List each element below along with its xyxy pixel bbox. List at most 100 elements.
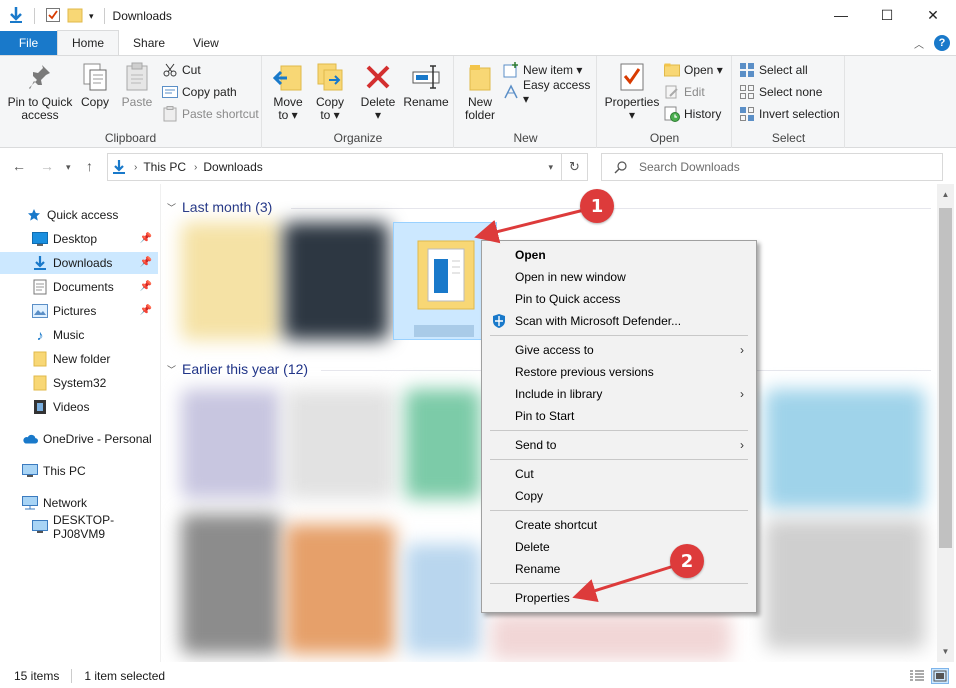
scrollbar-thumb[interactable] — [939, 208, 952, 548]
group-header-last-month[interactable]: ﹀ Last month (3) — [167, 199, 272, 215]
collapse-ribbon-chevron-icon[interactable]: ︿ — [914, 36, 924, 51]
forward-arrow-icon[interactable]: → — [40, 158, 54, 174]
menu-item-restore-versions[interactable]: Restore previous versions — [484, 361, 754, 383]
rename-label: Rename — [403, 95, 449, 109]
menu-item-label: Properties — [515, 591, 570, 605]
group-header-earlier-this-year[interactable]: ﹀ Earlier this year (12) — [167, 361, 308, 377]
blurred-file-thumbnail[interactable] — [283, 222, 389, 340]
menu-item-copy[interactable]: Copy — [484, 485, 754, 507]
cut-button[interactable]: Cut — [162, 60, 201, 80]
back-arrow-icon[interactable]: ← — [12, 158, 26, 174]
easy-access-button[interactable]: Easy access ▾ — [503, 78, 596, 106]
blurred-file-thumbnail[interactable] — [405, 544, 481, 654]
edit-button[interactable]: Edit — [664, 82, 705, 102]
breadcrumb-chevron-icon[interactable]: › — [194, 162, 197, 173]
sidebar-item-network[interactable]: Network — [0, 492, 158, 514]
delete-button[interactable]: Delete ▾ — [359, 60, 397, 122]
new-folder-icon[interactable] — [67, 7, 83, 26]
help-icon[interactable]: ? — [934, 35, 950, 51]
maximize-button[interactable]: ☐ — [864, 0, 910, 30]
scroll-down-arrow-icon[interactable]: ▼ — [937, 643, 954, 660]
open-button[interactable]: Open ▾ — [664, 60, 723, 80]
sidebar-item-desktop-pc[interactable]: DESKTOP-PJ08VM9 — [0, 513, 158, 541]
customize-toolbar-chevron-icon[interactable]: ▾ — [89, 11, 94, 22]
copy-label: Copy — [80, 95, 109, 109]
copy-path-button[interactable]: Copy path — [162, 82, 237, 102]
scroll-up-arrow-icon[interactable]: ▲ — [937, 186, 954, 203]
select-none-button[interactable]: Select none — [739, 82, 822, 102]
copy-to-button[interactable]: Copy to ▾ — [311, 60, 349, 122]
search-icon — [614, 160, 627, 174]
menu-item-create-shortcut[interactable]: Create shortcut — [484, 514, 754, 536]
sidebar-item-new-folder[interactable]: New folder — [0, 348, 158, 370]
properties-check-icon[interactable] — [45, 7, 61, 26]
move-to-button[interactable]: Move to ▾ — [269, 60, 307, 122]
select-all-button[interactable]: Select all — [739, 60, 808, 80]
menu-item-open-new-window[interactable]: Open in new window — [484, 266, 754, 288]
details-view-icon[interactable] — [908, 668, 926, 684]
menu-item-pin-quick-access[interactable]: Pin to Quick access — [484, 288, 754, 310]
blurred-file-thumbnail[interactable] — [285, 524, 395, 654]
pin-to-quick-access-button[interactable]: Pin to Quick access — [6, 60, 74, 122]
paste-button[interactable]: Paste — [118, 60, 156, 109]
search-box[interactable]: Search Downloads — [601, 153, 943, 181]
new-item-button[interactable]: New item ▾ — [503, 60, 582, 80]
blurred-file-thumbnail[interactable] — [181, 514, 281, 654]
tab-file[interactable]: File — [0, 31, 57, 55]
recent-locations-chevron-icon[interactable]: ▾ — [66, 162, 71, 173]
sidebar-item-onedrive[interactable]: OneDrive - Personal — [0, 428, 158, 450]
blurred-file-thumbnail[interactable] — [181, 389, 281, 499]
tab-share[interactable]: Share — [119, 31, 179, 55]
blurred-file-thumbnail[interactable] — [285, 389, 395, 499]
invert-selection-button[interactable]: Invert selection — [739, 104, 840, 124]
tab-view[interactable]: View — [179, 31, 233, 55]
blurred-file-thumbnail[interactable] — [491, 614, 731, 660]
large-icons-view-icon[interactable] — [931, 668, 949, 684]
blurred-file-thumbnail[interactable] — [765, 519, 925, 649]
sidebar-item-quick-access[interactable]: Quick access — [0, 204, 158, 226]
properties-button[interactable]: Properties ▾ — [602, 60, 662, 122]
menu-item-include-library[interactable]: Include in library › — [484, 383, 754, 405]
downloads-arrow-icon[interactable] — [8, 6, 24, 27]
menu-item-pin-start[interactable]: Pin to Start — [484, 405, 754, 427]
search-input[interactable]: Search Downloads — [639, 160, 740, 174]
menu-item-scan-defender[interactable]: Scan with Microsoft Defender... — [484, 310, 754, 332]
copy-button[interactable]: Copy — [78, 60, 112, 109]
address-history-chevron-icon[interactable]: ▾ — [548, 162, 553, 173]
paste-shortcut-button[interactable]: Paste shortcut — [162, 104, 259, 124]
sidebar-item-pictures[interactable]: Pictures 📌 — [0, 300, 158, 322]
sidebar-item-music[interactable]: ♪ Music — [0, 324, 158, 346]
sidebar-item-this-pc[interactable]: This PC — [0, 460, 158, 482]
refresh-icon[interactable]: ↻ — [561, 154, 587, 180]
sidebar-item-system32[interactable]: System32 — [0, 372, 158, 394]
sidebar-item-downloads[interactable]: Downloads 📌 — [0, 252, 158, 274]
menu-item-label: Pin to Quick access — [515, 292, 621, 306]
menu-item-cut[interactable]: Cut — [484, 463, 754, 485]
new-folder-button[interactable]: New folder — [461, 60, 499, 122]
menu-item-label: Create shortcut — [515, 518, 598, 532]
sidebar-item-documents[interactable]: Documents 📌 — [0, 276, 158, 298]
close-button[interactable]: ✕ — [910, 0, 956, 30]
vertical-scrollbar[interactable]: ▲ ▼ — [937, 184, 954, 662]
sidebar-item-desktop[interactable]: Desktop 📌 — [0, 228, 158, 250]
menu-item-delete[interactable]: Delete — [484, 536, 754, 558]
blurred-file-thumbnail[interactable] — [405, 389, 481, 499]
blurred-file-thumbnail[interactable] — [765, 389, 925, 509]
menu-item-open[interactable]: Open — [484, 244, 754, 266]
menu-item-rename[interactable]: Rename — [484, 558, 754, 580]
menu-item-give-access[interactable]: Give access to › — [484, 339, 754, 361]
menu-item-send-to[interactable]: Send to › — [484, 434, 754, 456]
breadcrumb-downloads[interactable]: Downloads — [203, 160, 262, 174]
breadcrumb-this-pc[interactable]: This PC — [143, 160, 186, 174]
tab-home[interactable]: Home — [57, 30, 120, 55]
up-arrow-icon[interactable]: ↑ — [86, 158, 93, 174]
address-bar[interactable]: › This PC › Downloads ▾ ↻ — [107, 153, 588, 181]
history-button[interactable]: History — [664, 104, 721, 124]
sidebar-item-videos[interactable]: Videos — [0, 396, 158, 418]
blurred-file-thumbnail[interactable] — [181, 222, 281, 340]
minimize-button[interactable]: — — [818, 0, 864, 30]
menu-item-properties[interactable]: Properties — [484, 587, 754, 609]
rename-button[interactable]: Rename — [403, 60, 449, 109]
ribbon-tabs: File Home Share View ︿ ? — [0, 30, 956, 55]
breadcrumb-chevron-icon[interactable]: › — [134, 162, 137, 173]
